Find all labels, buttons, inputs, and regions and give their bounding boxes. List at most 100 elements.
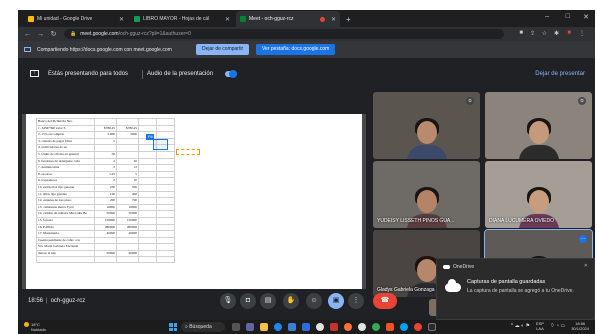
sheet-cell[interactable] <box>156 131 175 139</box>
captions-button[interactable]: ▤ <box>260 293 276 309</box>
edge-icon[interactable] <box>274 323 282 331</box>
new-tab-button[interactable]: + <box>342 11 354 27</box>
sheet-cell[interactable] <box>138 210 157 218</box>
tab-meet[interactable]: Meet - och-gguz-rcz ✕ <box>236 11 340 27</box>
sheet-cell[interactable]: 7. desinfectante <box>36 164 95 172</box>
camera-button[interactable]: ◘ <box>240 293 256 309</box>
sheet-cell[interactable]: 280000 <box>94 223 117 232</box>
sheet-cell[interactable]: 400 <box>116 190 139 199</box>
sheet-cell[interactable] <box>156 197 175 205</box>
end-call-button[interactable]: ☎ <box>373 293 397 309</box>
sheet-cell[interactable] <box>156 203 175 212</box>
windows-start-icon[interactable] <box>169 323 177 331</box>
sheet-cell[interactable] <box>138 243 157 251</box>
photos-icon[interactable] <box>316 323 324 331</box>
sheet-cell[interactable]: 150000 <box>116 216 139 225</box>
sheet-cell[interactable] <box>156 223 175 232</box>
sheet-cell[interactable]: 4. archivadores de un <box>36 144 95 152</box>
maximize-button[interactable]: □ <box>566 13 570 20</box>
sheet-cell[interactable] <box>94 256 117 264</box>
sheet-cell[interactable]: $780,25 <box>116 124 139 133</box>
sheet-cell[interactable]: 10 <box>116 177 139 185</box>
tray-icons[interactable]: ^ ☁ ◐ ⚑ <box>511 323 530 329</box>
sheet-cell[interactable] <box>116 144 139 152</box>
office-icon[interactable] <box>386 323 394 331</box>
sheet-cell[interactable]: 20 <box>116 157 139 166</box>
sheet-cell[interactable]: 5 <box>94 137 117 146</box>
sheet-cell[interactable]: 10. escritorios tipo gerente <box>36 183 95 192</box>
sheet-cell[interactable] <box>156 157 175 166</box>
share-icon[interactable]: ⇪ <box>530 30 535 37</box>
sheet-cell[interactable] <box>116 243 139 251</box>
sheet-cell[interactable] <box>138 157 157 166</box>
sheet-cell[interactable] <box>156 256 175 264</box>
sheet-cell[interactable]: 100 <box>94 190 117 199</box>
sheet-cell[interactable] <box>116 236 139 245</box>
menu-kebab-icon[interactable]: ⋮ <box>579 30 585 37</box>
sheet-cell[interactable]: Sra. María Gabriela Encalada <box>36 243 95 251</box>
sheet-cell[interactable] <box>116 137 139 146</box>
more-options-button[interactable]: ⋮ <box>348 293 364 309</box>
sheet-cell[interactable]: 2. 15% en compras <box>36 131 95 139</box>
app-icon[interactable] <box>400 323 408 331</box>
sheet-cell[interactable]: 16. Edificio <box>36 223 95 232</box>
sheet-cell[interactable] <box>138 230 157 238</box>
sheet-cell[interactable]: 11. sillas tipo gerente <box>36 190 95 199</box>
sheet-cell[interactable] <box>138 203 157 212</box>
mic-button[interactable]: 🎙 <box>220 293 236 309</box>
chrome-profile-icon[interactable] <box>414 323 422 331</box>
sheet-cell[interactable]: 9. trapeadores <box>36 177 95 185</box>
sheet-cell[interactable]: 15. forraza <box>36 216 95 225</box>
sheet-cell[interactable]: 50 <box>94 150 117 159</box>
address-bar[interactable]: 🔒 meet.google.com/och-gguz-rcz?pli=1&aut… <box>64 29 504 39</box>
close-tab-icon[interactable]: ✕ <box>327 16 336 23</box>
sheet-cell[interactable]: Banco del Pichincha Nro. <box>36 118 95 126</box>
sheet-cell[interactable]: 150000 <box>94 216 117 225</box>
store-icon[interactable] <box>288 323 296 331</box>
task-view-icon[interactable] <box>232 323 240 331</box>
bookmark-star-icon[interactable]: ☆ <box>542 30 547 37</box>
language-indicator[interactable]: ESP LAA <box>536 321 544 331</box>
sheet-cell[interactable] <box>94 144 117 152</box>
sheet-cell[interactable]: 5.000 <box>94 131 117 139</box>
sheet-cell[interactable] <box>138 223 157 232</box>
show-tab-button[interactable]: Ver pestaña: docs.google.com <box>256 44 336 55</box>
sheet-cell[interactable] <box>156 243 175 251</box>
sheet-cell[interactable]: 2 <box>94 157 117 166</box>
sheet-cell[interactable]: 50000 <box>116 210 139 218</box>
reactions-button[interactable]: ☺ <box>306 293 322 309</box>
sheet-cell[interactable]: 6. fundones de detergente cada <box>36 157 95 166</box>
sheet-cell[interactable] <box>156 183 175 192</box>
weather-widget[interactable]: 18°C Nublado <box>24 322 46 332</box>
sheet-cell[interactable] <box>138 170 157 179</box>
sheet-cell[interactable]: 2 <box>94 164 117 172</box>
sheet-cell[interactable]: 5000 <box>116 131 139 139</box>
sheet-cell[interactable] <box>156 210 175 218</box>
sheet-cell[interactable] <box>138 124 157 133</box>
stop-presenting-button[interactable]: Dejar de presentar <box>535 71 585 77</box>
sheet-cell[interactable]: 2 <box>94 177 117 185</box>
sheet-cell[interactable]: 250 <box>94 183 117 192</box>
sheet-cell[interactable]: 280000 <box>116 223 139 232</box>
sheet-cell[interactable]: 20000 <box>116 249 139 258</box>
tab-libro-mayor[interactable]: LIBRO MAYOR - Hojas de cál ✕ <box>130 11 234 27</box>
sheet-cell[interactable] <box>94 236 117 245</box>
sheet-cell[interactable] <box>36 256 95 264</box>
profile-icon[interactable]: ■ <box>567 30 571 36</box>
sheet-cell[interactable]: 500 <box>116 183 139 192</box>
sheet-cell[interactable] <box>156 177 175 185</box>
taskbar-clock[interactable]: 18:56 30/1/2024 <box>571 321 589 331</box>
network-volume-icons[interactable]: ⌔ ◔ ▭ <box>550 323 565 329</box>
close-tab-icon[interactable]: ✕ <box>221 16 230 23</box>
sheet-cell[interactable]: 1. 34567390 valor S <box>36 124 95 133</box>
sheet-cell[interactable]: 5. Útiles de oficina en general <box>36 150 95 159</box>
sheet-cell[interactable]: 40000 <box>94 230 117 238</box>
extensions-icon[interactable]: ✱ <box>554 30 559 37</box>
sheet-cell[interactable]: 200 <box>94 197 117 205</box>
participant-tile[interactable]: ⦸ <box>373 92 480 159</box>
sheet-cell[interactable]: menos al uno <box>36 249 95 258</box>
close-tab-icon[interactable]: ✕ <box>115 16 124 23</box>
sheet-cell[interactable] <box>138 177 157 185</box>
sheet-cell[interactable] <box>156 216 175 225</box>
participant-tile[interactable]: DIANA LUCUMERA OVIEDO <box>485 161 592 228</box>
